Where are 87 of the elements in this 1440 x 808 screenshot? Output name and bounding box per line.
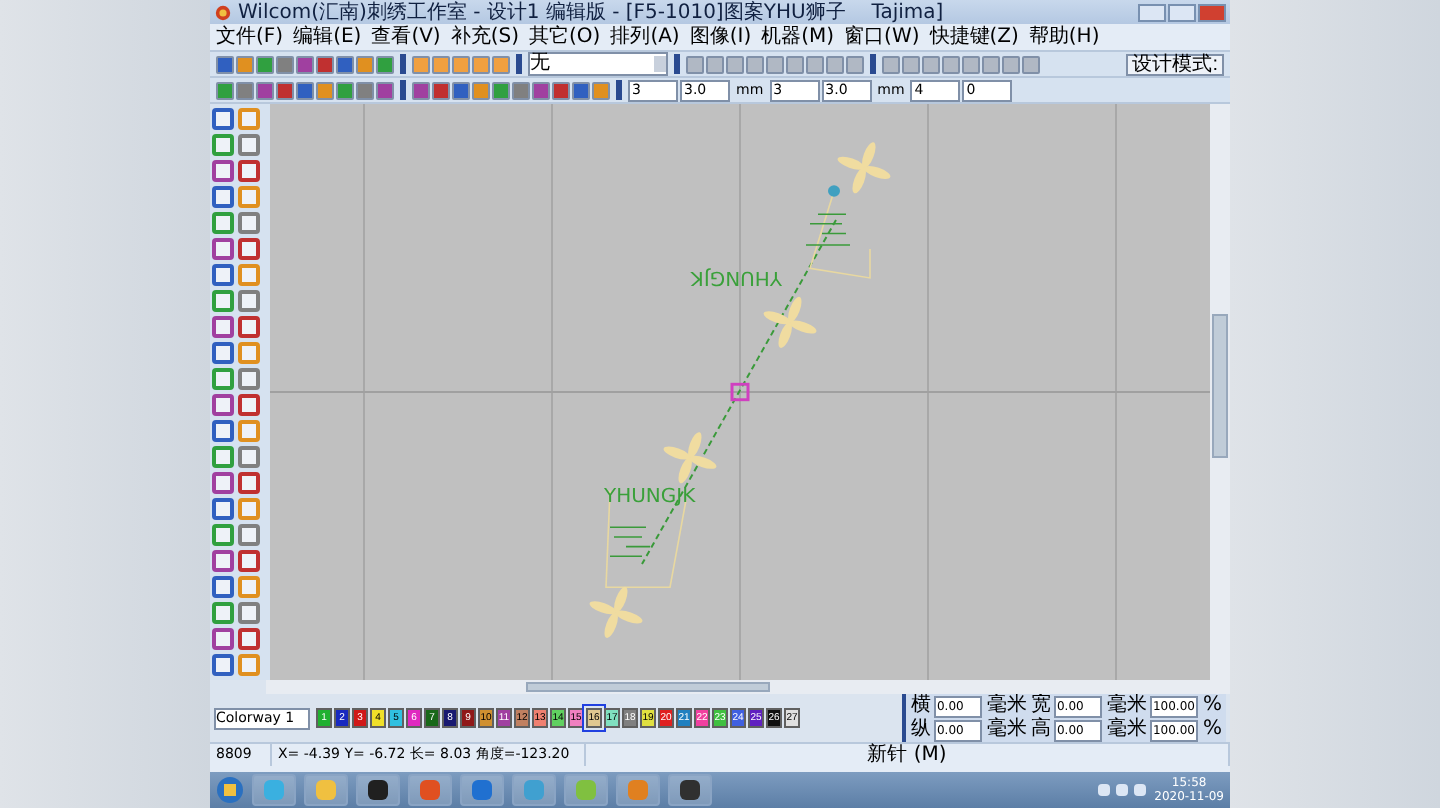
tool-button[interactable] (212, 316, 234, 338)
taskbar-app-button[interactable] (356, 774, 400, 806)
tool-button[interactable] (238, 342, 260, 364)
tool-button[interactable] (212, 290, 234, 312)
menu-item[interactable]: 其它(O) (529, 25, 601, 49)
menu-item[interactable]: 窗口(W) (844, 25, 920, 49)
tool-button[interactable] (238, 394, 260, 416)
tool-button[interactable] (212, 238, 234, 260)
tool-button[interactable] (238, 628, 260, 650)
field-label: 横 (910, 696, 931, 716)
field-label: 宽 (1030, 696, 1051, 716)
tool-button[interactable] (212, 160, 234, 182)
tool-button[interactable] (238, 264, 260, 286)
close-button[interactable] (1198, 3, 1226, 21)
minimize-button[interactable] (1138, 3, 1166, 21)
flower-drawing (763, 296, 817, 348)
tool-button[interactable] (238, 602, 260, 624)
flower-drawing (663, 432, 717, 484)
tool-button[interactable] (212, 134, 234, 156)
flower-drawing (589, 586, 643, 638)
tool-button[interactable] (212, 420, 234, 442)
unit-label: % (1202, 720, 1222, 740)
unit-label: % (1202, 696, 1222, 716)
tool-button[interactable] (238, 524, 260, 546)
field-label: 纵 (910, 720, 931, 740)
tool-button[interactable] (238, 316, 260, 338)
tool-button[interactable] (238, 108, 260, 130)
tool-button[interactable] (212, 654, 234, 676)
center-marker (730, 382, 750, 402)
tool-button[interactable] (212, 498, 234, 520)
unit-label: 毫米 (986, 720, 1027, 740)
menu-item[interactable]: 补充(S) (450, 25, 519, 49)
menu-item[interactable]: 排列(A) (610, 25, 680, 49)
menu-item[interactable]: 帮助(H) (1028, 25, 1100, 49)
menu-item[interactable]: 机器(M) (761, 25, 835, 49)
tool-button[interactable] (212, 576, 234, 598)
vertical-scrollbar[interactable] (1210, 104, 1230, 680)
tool-button[interactable] (212, 446, 234, 468)
tool-button[interactable] (212, 342, 234, 364)
tool-button[interactable] (238, 212, 260, 234)
tool-button[interactable] (212, 108, 234, 130)
tool-button[interactable] (238, 186, 260, 208)
tool-button[interactable] (212, 602, 234, 624)
field-label: 高 (1030, 720, 1051, 740)
tool-button[interactable] (212, 368, 234, 390)
tool-button[interactable] (212, 264, 234, 286)
design-mode-button[interactable]: 设计模式: (1126, 53, 1224, 75)
unit-label: 毫米 (1106, 696, 1147, 716)
embroidered-text: YHUNGJK (604, 486, 696, 509)
taskbar-app-button[interactable] (668, 774, 712, 806)
window-title-suffix: Tajima] (871, 1, 944, 23)
menu-item[interactable]: 快捷键(Z) (929, 25, 1019, 49)
tool-button[interactable] (238, 576, 260, 598)
maximize-button[interactable] (1168, 3, 1196, 21)
tool-button[interactable] (212, 472, 234, 494)
menu-item[interactable]: 图像(I) (689, 25, 752, 49)
tool-button[interactable] (238, 472, 260, 494)
tool-button[interactable] (238, 550, 260, 572)
tool-button[interactable] (238, 134, 260, 156)
unit-label: 毫米 (1106, 720, 1147, 740)
menu-item[interactable]: 编辑(E) (293, 25, 362, 49)
menu-item[interactable]: 查看(V) (371, 25, 441, 49)
horizontal-scrollbar[interactable] (266, 680, 1230, 694)
window-title: Wilcom(汇南)刺绣工作室 - 设计1 编辑版 - [F5-1010]图案YHU狮子 (238, 1, 846, 23)
tool-button[interactable] (212, 524, 234, 546)
flower-drawing (837, 142, 891, 194)
app-logo-icon (214, 3, 232, 21)
tool-button[interactable] (238, 368, 260, 390)
unit-label: 毫米 (986, 696, 1027, 716)
tool-button[interactable] (238, 420, 260, 442)
tool-button[interactable] (238, 238, 260, 260)
node-marker (828, 185, 840, 197)
start-button[interactable] (216, 776, 244, 804)
tool-button[interactable] (238, 160, 260, 182)
tool-button[interactable] (238, 654, 260, 676)
outline-path (809, 190, 871, 279)
tool-button[interactable] (212, 212, 234, 234)
tool-button[interactable] (238, 498, 260, 520)
tool-button[interactable] (212, 186, 234, 208)
tool-button[interactable] (212, 550, 234, 572)
embroidered-text: YHUNGJK (690, 266, 782, 288)
menu-item[interactable]: 文件(F) (216, 25, 284, 49)
tool-button[interactable] (212, 628, 234, 650)
fill-dropdown[interactable]: 无 (528, 52, 668, 76)
tool-button[interactable] (212, 394, 234, 416)
tool-button[interactable] (238, 290, 260, 312)
tool-button[interactable] (238, 446, 260, 468)
